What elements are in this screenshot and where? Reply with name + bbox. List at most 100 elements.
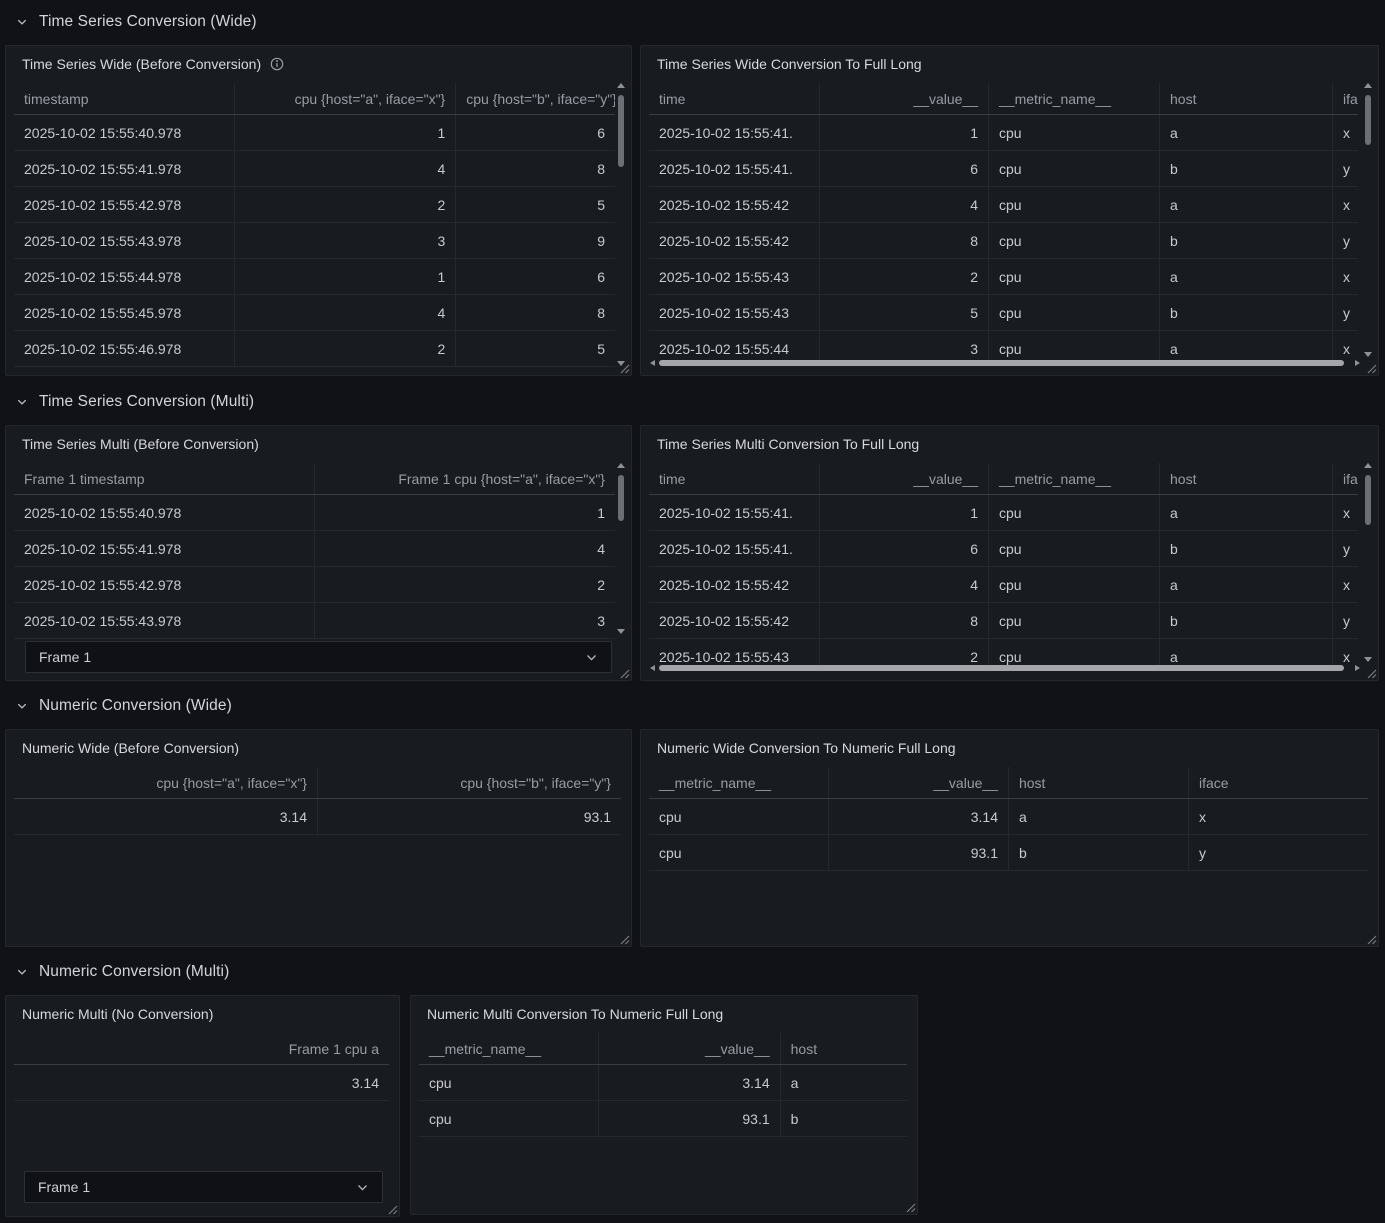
column-header[interactable]: host bbox=[780, 1033, 907, 1065]
panel-resize-handle[interactable] bbox=[619, 934, 630, 945]
table-cell: cpu bbox=[989, 259, 1160, 295]
column-header[interactable]: __metric_name__ bbox=[989, 83, 1160, 115]
column-header[interactable]: host bbox=[1160, 463, 1333, 495]
column-header[interactable]: cpu {host="b", iface="y"} bbox=[318, 767, 622, 799]
panel-header[interactable]: Time Series Multi Conversion To Full Lon… bbox=[641, 426, 1378, 462]
scroll-right-icon[interactable] bbox=[1355, 360, 1360, 366]
chevron-down-icon bbox=[16, 16, 28, 28]
frame-select[interactable]: Frame 1 bbox=[24, 1171, 383, 1203]
table-cell: 4 bbox=[235, 295, 456, 331]
horizontal-scrollbar[interactable] bbox=[650, 664, 1360, 672]
column-header[interactable]: __metric_name__ bbox=[419, 1033, 598, 1065]
table-row: 2025-10-02 15:55:424cpuax bbox=[649, 567, 1358, 603]
scroll-up-icon[interactable] bbox=[1364, 83, 1372, 88]
row-header-numeric-multi[interactable]: Numeric Conversion (Multi) bbox=[5, 959, 1380, 985]
table-row: 2025-10-02 15:55:40.9781 bbox=[14, 495, 615, 531]
table-cell: 3 bbox=[315, 603, 616, 639]
scroll-down-icon[interactable] bbox=[617, 629, 625, 634]
table-cell: x bbox=[1333, 495, 1359, 531]
vertical-scrollbar[interactable] bbox=[1363, 463, 1372, 662]
column-header[interactable]: Frame 1 cpu a bbox=[14, 1033, 389, 1065]
table-cell: 1 bbox=[820, 115, 989, 151]
column-header[interactable]: __value__ bbox=[820, 83, 989, 115]
column-header[interactable]: cpu {host="b", iface="y"} bbox=[456, 83, 615, 115]
column-header[interactable]: cpu {host="a", iface="x"} bbox=[14, 767, 318, 799]
scroll-up-icon[interactable] bbox=[1364, 463, 1372, 468]
scroll-down-icon[interactable] bbox=[1364, 352, 1372, 357]
scrollbar-thumb[interactable] bbox=[659, 665, 1344, 671]
scroll-up-icon[interactable] bbox=[617, 463, 625, 468]
table-cell: b bbox=[1160, 151, 1333, 187]
scroll-right-icon[interactable] bbox=[1355, 665, 1360, 671]
panel-resize-handle[interactable] bbox=[1366, 934, 1377, 945]
column-header[interactable]: time bbox=[649, 463, 820, 495]
column-header[interactable]: timestamp bbox=[14, 83, 235, 115]
column-header[interactable]: Frame 1 cpu {host="a", iface="x"} bbox=[315, 463, 616, 495]
table-cell: x bbox=[1333, 567, 1359, 603]
panel-title: Time Series Wide (Before Conversion) bbox=[22, 56, 261, 72]
scrollbar-thumb[interactable] bbox=[659, 360, 1344, 366]
column-header[interactable]: iface bbox=[1333, 83, 1359, 115]
scrollbar-thumb[interactable] bbox=[1365, 475, 1371, 525]
column-header[interactable]: host bbox=[1160, 83, 1333, 115]
grafana-dashboard: Time Series Conversion (Wide) Time Serie… bbox=[0, 0, 1385, 1223]
row-header-numeric-wide[interactable]: Numeric Conversion (Wide) bbox=[5, 693, 1380, 719]
panel-header[interactable]: Time Series Wide (Before Conversion) bbox=[6, 46, 631, 82]
column-header[interactable]: time bbox=[649, 83, 820, 115]
panel-resize-handle[interactable] bbox=[905, 1202, 916, 1213]
table-cell: 3.14 bbox=[829, 799, 1009, 835]
panel-numeric-multi-converted: Numeric Multi Conversion To Numeric Full… bbox=[410, 995, 918, 1215]
panel-time-series-multi-converted: Time Series Multi Conversion To Full Lon… bbox=[640, 425, 1379, 681]
vertical-scrollbar[interactable] bbox=[1363, 83, 1372, 357]
data-table: time__value____metric_name__hostiface 202… bbox=[649, 83, 1358, 365]
column-header[interactable]: host bbox=[1008, 767, 1188, 799]
chevron-down-icon bbox=[16, 966, 28, 978]
row-header-time-series-multi[interactable]: Time Series Conversion (Multi) bbox=[5, 389, 1380, 415]
table-cell: 9 bbox=[456, 223, 615, 259]
column-header[interactable]: __value__ bbox=[829, 767, 1009, 799]
table-cell: x bbox=[1333, 259, 1359, 295]
panel-header[interactable]: Numeric Wide (Before Conversion) bbox=[6, 730, 631, 766]
table-cell: 93.1 bbox=[318, 799, 622, 835]
scrollbar-thumb[interactable] bbox=[618, 475, 624, 521]
column-header[interactable]: cpu {host="a", iface="x"} bbox=[235, 83, 456, 115]
table-cell: cpu bbox=[649, 835, 829, 871]
panel-resize-handle[interactable] bbox=[1366, 363, 1377, 374]
table-cell: a bbox=[1008, 799, 1188, 835]
row-title: Numeric Conversion (Wide) bbox=[39, 697, 232, 715]
column-header[interactable]: __value__ bbox=[820, 463, 989, 495]
panel-resize-handle[interactable] bbox=[619, 668, 630, 679]
table-container: cpu {host="a", iface="x"}cpu {host="b", … bbox=[14, 767, 621, 936]
table-row: 2025-10-02 15:55:432cpuax bbox=[649, 259, 1358, 295]
scrollbar-thumb[interactable] bbox=[1365, 95, 1371, 145]
horizontal-scrollbar[interactable] bbox=[650, 359, 1360, 367]
table-cell: 2 bbox=[235, 187, 456, 223]
panel-header[interactable]: Numeric Multi (No Conversion) bbox=[6, 996, 399, 1032]
table-cell: 2025-10-02 15:55:41.978 bbox=[14, 151, 235, 187]
column-header[interactable]: __metric_name__ bbox=[649, 767, 829, 799]
column-header[interactable]: iface bbox=[1333, 463, 1359, 495]
panel-resize-handle[interactable] bbox=[619, 363, 630, 374]
scroll-left-icon[interactable] bbox=[650, 360, 655, 366]
panel-header[interactable]: Numeric Wide Conversion To Numeric Full … bbox=[641, 730, 1378, 766]
scroll-down-icon[interactable] bbox=[1364, 657, 1372, 662]
row-header-time-series-wide[interactable]: Time Series Conversion (Wide) bbox=[5, 9, 1380, 35]
panel-header[interactable]: Numeric Multi Conversion To Numeric Full… bbox=[411, 996, 917, 1032]
panel-resize-handle[interactable] bbox=[1366, 668, 1377, 679]
column-header[interactable]: __value__ bbox=[598, 1033, 780, 1065]
scrollbar-thumb[interactable] bbox=[618, 95, 624, 167]
vertical-scrollbar[interactable] bbox=[616, 463, 625, 634]
scroll-up-icon[interactable] bbox=[617, 83, 625, 88]
panel-resize-handle[interactable] bbox=[387, 1204, 398, 1215]
info-icon[interactable] bbox=[270, 57, 284, 71]
table-cell: a bbox=[1160, 115, 1333, 151]
column-header[interactable]: iface bbox=[1188, 767, 1368, 799]
scroll-left-icon[interactable] bbox=[650, 665, 655, 671]
table-cell: 5 bbox=[456, 331, 615, 367]
vertical-scrollbar[interactable] bbox=[616, 83, 625, 366]
column-header[interactable]: __metric_name__ bbox=[989, 463, 1160, 495]
panel-header[interactable]: Time Series Multi (Before Conversion) bbox=[6, 426, 631, 462]
frame-select[interactable]: Frame 1 bbox=[25, 641, 612, 673]
column-header[interactable]: Frame 1 timestamp bbox=[14, 463, 315, 495]
panel-header[interactable]: Time Series Wide Conversion To Full Long bbox=[641, 46, 1378, 82]
